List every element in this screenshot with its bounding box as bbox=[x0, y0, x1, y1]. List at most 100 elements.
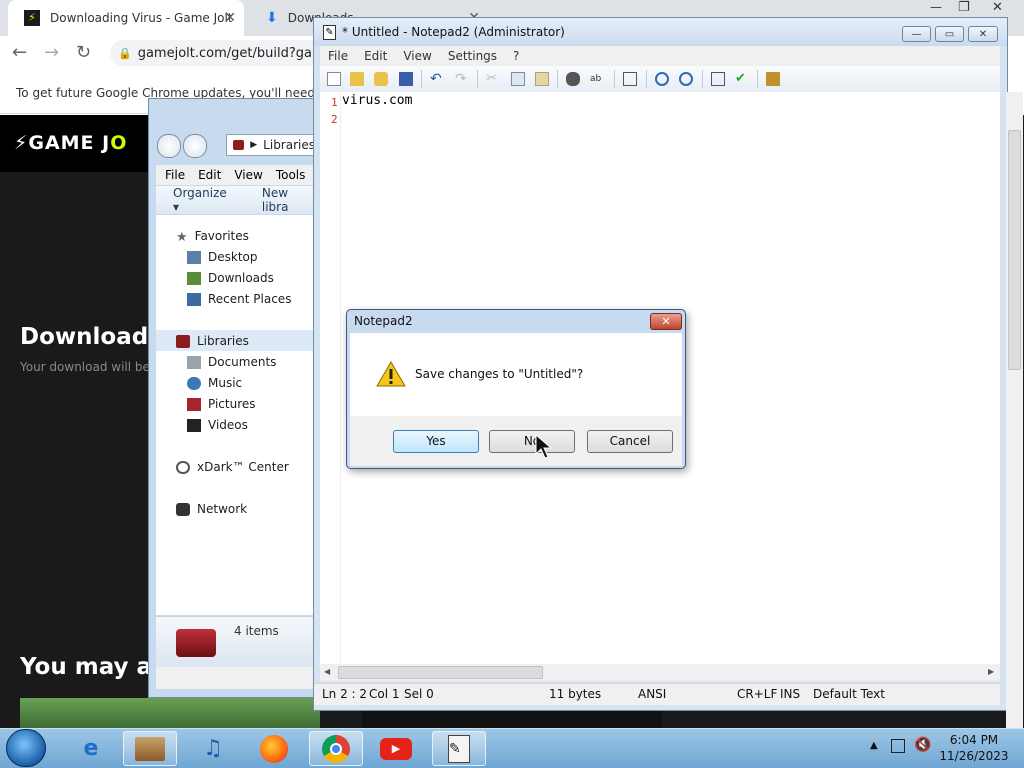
address-bar[interactable]: 🔒 gamejolt.com/get/build?ga bbox=[110, 40, 340, 66]
status-size: 11 bytes bbox=[549, 687, 602, 701]
zoom-out-icon[interactable] bbox=[679, 72, 693, 86]
organize-button[interactable]: Organize ▾ bbox=[173, 186, 234, 214]
volume-muted-icon[interactable]: 🔇 bbox=[914, 737, 931, 753]
show-hidden-icons-icon[interactable]: ▲ bbox=[870, 740, 878, 751]
explorer-command-bar: Organize ▾ New libra bbox=[156, 186, 316, 214]
internet-explorer-icon[interactable]: e bbox=[64, 731, 118, 766]
find-icon[interactable] bbox=[566, 72, 580, 86]
libraries-large-icon bbox=[176, 629, 216, 657]
customize-icon[interactable]: ✔ bbox=[735, 72, 749, 86]
open-folder-icon[interactable] bbox=[350, 72, 364, 86]
menu-view[interactable]: View bbox=[234, 168, 262, 182]
start-button[interactable] bbox=[6, 729, 46, 767]
tree-item-desktop[interactable]: Desktop bbox=[187, 250, 258, 264]
chrome-taskbar-button[interactable] bbox=[309, 731, 363, 766]
close-button[interactable]: ✕ bbox=[968, 26, 998, 42]
exit-icon[interactable] bbox=[766, 72, 780, 86]
tree-item-music[interactable]: Music bbox=[187, 376, 242, 390]
menu-file[interactable]: File bbox=[165, 168, 185, 182]
tree-libraries[interactable]: Libraries bbox=[176, 334, 249, 348]
page-subtitle: Your download will be bbox=[20, 360, 150, 374]
game-thumbnail[interactable] bbox=[20, 698, 320, 728]
tab-close-icon[interactable]: ✕ bbox=[224, 10, 236, 26]
tree-label: Documents bbox=[208, 355, 277, 369]
firefox-icon bbox=[260, 734, 288, 763]
youtube-taskbar-button[interactable]: ▶ bbox=[369, 731, 423, 766]
scroll-right-icon[interactable]: ▶ bbox=[988, 667, 994, 676]
no-button[interactable]: No bbox=[489, 430, 575, 453]
chrome-minimize-button[interactable]: — bbox=[930, 0, 942, 14]
toolbar-separator bbox=[421, 70, 422, 88]
tree-label: Videos bbox=[208, 418, 248, 432]
redo-icon[interactable]: ↷ bbox=[455, 72, 469, 86]
status-selection: Sel 0 bbox=[404, 687, 434, 701]
menu-view[interactable]: View bbox=[403, 49, 431, 63]
folder-icon bbox=[135, 736, 165, 761]
dialog-close-button[interactable]: ✕ bbox=[650, 313, 682, 330]
paste-icon[interactable] bbox=[535, 72, 549, 86]
scroll-left-icon[interactable]: ◀ bbox=[324, 667, 330, 676]
chrome-restore-button[interactable]: ❐ bbox=[958, 0, 970, 15]
xdark-icon bbox=[176, 460, 190, 474]
mouse-cursor-icon bbox=[535, 434, 553, 459]
menu-help[interactable]: ? bbox=[513, 49, 519, 63]
gamejolt-logo[interactable]: ⚡GAME JO bbox=[14, 132, 127, 154]
menu-edit[interactable]: Edit bbox=[364, 49, 387, 63]
tree-item-recent-places[interactable]: Recent Places bbox=[187, 292, 291, 306]
forward-arrow-icon[interactable]: → bbox=[44, 42, 59, 63]
undo-icon[interactable]: ↶ bbox=[430, 72, 444, 86]
horizontal-scroll-thumb[interactable] bbox=[338, 666, 543, 679]
menu-file[interactable]: File bbox=[328, 49, 348, 63]
menu-settings[interactable]: Settings bbox=[448, 49, 497, 63]
save-icon[interactable] bbox=[399, 72, 413, 86]
notepad2-taskbar-button[interactable]: ✎ bbox=[432, 731, 486, 766]
firefox-taskbar-button[interactable] bbox=[247, 731, 301, 766]
chrome-close-button[interactable]: ✕ bbox=[992, 0, 1003, 15]
tree-label: Downloads bbox=[208, 271, 274, 285]
tree-label: Libraries bbox=[197, 334, 249, 348]
back-icon[interactable] bbox=[157, 134, 181, 158]
tree-item-pictures[interactable]: Pictures bbox=[187, 397, 256, 411]
editor-text[interactable]: virus.com bbox=[342, 93, 412, 108]
tree-item-documents[interactable]: Documents bbox=[187, 355, 276, 369]
back-arrow-icon[interactable]: ← bbox=[12, 42, 27, 63]
maximize-button[interactable]: ▭ bbox=[935, 26, 964, 42]
cut-icon[interactable]: ✂ bbox=[486, 72, 500, 86]
cancel-button[interactable]: Cancel bbox=[587, 430, 673, 453]
itunes-icon[interactable]: ♫ bbox=[186, 731, 240, 766]
download-icon: ⬇ bbox=[266, 10, 278, 26]
line-number-gutter bbox=[320, 92, 341, 664]
game-thumbnail[interactable] bbox=[362, 710, 662, 728]
tree-xdark-center[interactable]: xDark™ Center bbox=[176, 460, 289, 474]
forward-icon[interactable] bbox=[183, 134, 207, 158]
menu-edit[interactable]: Edit bbox=[198, 168, 221, 182]
logo-text: GAME J bbox=[28, 132, 111, 154]
reload-icon[interactable]: ↻ bbox=[76, 42, 91, 63]
menu-tools[interactable]: Tools bbox=[276, 168, 306, 182]
scheme-icon[interactable] bbox=[711, 72, 725, 86]
network-tray-icon[interactable] bbox=[891, 739, 905, 753]
explorer-taskbar-button[interactable] bbox=[123, 731, 177, 766]
tree-favorites[interactable]: ★ Favorites bbox=[176, 229, 249, 245]
tree-item-downloads[interactable]: Downloads bbox=[187, 271, 274, 285]
tree-item-videos[interactable]: Videos bbox=[187, 418, 248, 432]
browse-icon[interactable] bbox=[374, 72, 388, 86]
zoom-in-icon[interactable] bbox=[655, 72, 669, 86]
replace-icon[interactable]: ab bbox=[590, 72, 604, 86]
tab-gamejolt[interactable]: ⚡ Downloading Virus - Game Jolt ✕ bbox=[8, 0, 244, 36]
new-file-icon[interactable] bbox=[327, 72, 341, 86]
toolbar-separator bbox=[557, 70, 558, 88]
tree-network[interactable]: Network bbox=[176, 502, 247, 516]
new-library-button[interactable]: New libra bbox=[262, 186, 316, 214]
vertical-scroll-thumb[interactable] bbox=[1008, 130, 1021, 370]
goto-icon[interactable] bbox=[623, 72, 637, 86]
system-clock[interactable]: 6:04 PM 11/26/2023 bbox=[934, 732, 1014, 764]
copy-icon[interactable] bbox=[511, 72, 525, 86]
pictures-icon bbox=[187, 397, 201, 411]
logo-text-accent: O bbox=[110, 132, 128, 154]
notepad2-icon: ✎ bbox=[448, 734, 470, 763]
yes-button[interactable]: Yes bbox=[393, 430, 479, 453]
explorer-address-bar[interactable]: ▶ Libraries bbox=[226, 134, 316, 156]
minimize-button[interactable]: — bbox=[902, 26, 931, 42]
downloads-folder-icon bbox=[187, 271, 201, 285]
